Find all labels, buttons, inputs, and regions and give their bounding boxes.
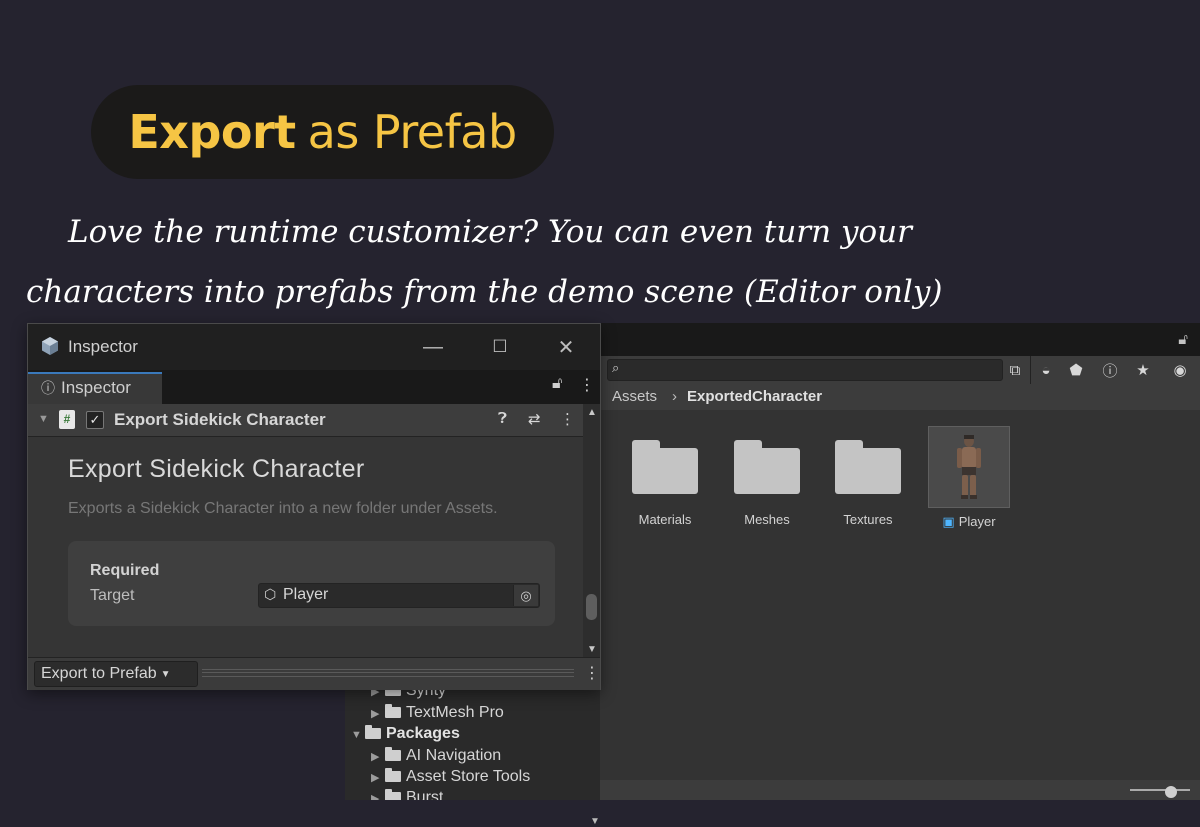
tree-item-burst[interactable]: ▶ Burst (371, 787, 443, 800)
character-thumbnail (928, 426, 1010, 508)
required-section-label: Required (90, 562, 160, 579)
folder-icon (632, 440, 698, 494)
window-title: Inspector (68, 337, 138, 356)
component-enabled-checkbox[interactable]: ✓ (86, 411, 104, 429)
help-icon[interactable]: ❓︎ (498, 410, 507, 427)
folder-icon (385, 768, 401, 782)
info-icon: ⓘ (41, 380, 55, 396)
expand-arrow-icon[interactable]: ▶ (371, 747, 385, 768)
prefab-cube-icon: ▣ (942, 514, 955, 529)
chevron-right-icon: › (672, 388, 677, 405)
inspector-window: Inspector — ☐ ✕ ⓘ Inspector 🔓︎ ⋮ ▼ # ✓ Ex… (27, 323, 601, 690)
expand-arrow-icon[interactable]: ▶ (371, 768, 385, 789)
component-heading: Export Sidekick Character (68, 455, 365, 483)
tagline-line-2: characters into prefabs from the demo sc… (26, 274, 943, 310)
component-name: Export Sidekick Character (114, 410, 326, 429)
inspector-scrollbar[interactable]: ▲ ▼ (583, 404, 600, 657)
zoom-slider-knob[interactable] (1165, 786, 1177, 798)
breadcrumb-exported-character[interactable]: ExportedCharacter (687, 384, 822, 410)
collapse-arrow-icon[interactable]: ▼ (38, 413, 49, 425)
folder-icon (734, 440, 800, 494)
expand-arrow-icon[interactable]: ▶ (371, 704, 385, 725)
search-by-type-icon[interactable]: ⧉ (1003, 358, 1027, 382)
tree-item-asset-store-tools[interactable]: ▶ Asset Store Tools (371, 766, 530, 787)
collapse-arrow-icon[interactable]: ▼ (351, 725, 365, 746)
unity-cube-icon (42, 337, 58, 355)
project-status-bar (600, 780, 1200, 800)
asset-grid: Materials Meshes Textures ▣ Player (600, 410, 1200, 780)
favorites-star-icon[interactable]: ★ (1131, 358, 1155, 382)
maximize-icon[interactable]: ☐ (480, 332, 520, 362)
minimize-icon[interactable]: — (413, 332, 453, 362)
tree-item-ai-navigation[interactable]: ▶ AI Navigation (371, 745, 501, 766)
folder-icon (835, 440, 901, 494)
folder-icon (385, 747, 401, 761)
presets-sliders-icon[interactable]: ⇄ (528, 410, 541, 428)
asset-materials-folder[interactable]: Materials (620, 428, 710, 527)
tab-inspector[interactable]: ⓘ Inspector (28, 372, 162, 404)
kebab-menu-icon[interactable]: ⋮ (579, 375, 595, 395)
component-header[interactable]: ▼ # ✓ Export Sidekick Character ❓︎ ⇄ ⋮ (28, 404, 583, 437)
component-description: Exports a Sidekick Character into a new … (68, 500, 498, 517)
scroll-down-arrow-icon[interactable]: ▼ (587, 644, 597, 655)
folder-open-icon (365, 725, 381, 739)
expand-arrow-icon[interactable]: ▶ (371, 789, 385, 800)
filter-by-type-icon[interactable]: ◒ (1034, 358, 1058, 382)
tree-item-packages[interactable]: ▼ Packages (351, 723, 460, 744)
target-label: Target (90, 587, 135, 604)
scrollbar-thumb[interactable] (586, 594, 597, 620)
search-icon: ⌕ (612, 360, 620, 375)
inspector-titlebar[interactable]: Inspector — ☐ ✕ (28, 324, 600, 370)
headline-pill: Export as Prefab (91, 85, 554, 179)
lock-icon[interactable]: 🔓︎ (552, 375, 562, 393)
dropdown-caret-icon: ▼ (160, 669, 171, 680)
kebab-menu-icon[interactable]: ⋮ (584, 663, 600, 683)
breadcrumb: Assets › ExportedCharacter (600, 384, 1200, 410)
zoom-slider-track[interactable] (1130, 789, 1190, 791)
target-object-field[interactable]: ⬡ Player ◎ (258, 583, 540, 608)
headline-rest: as Prefab (307, 105, 518, 159)
asset-textures-folder[interactable]: Textures (823, 428, 913, 527)
visibility-eye-icon[interactable]: ◉ (1168, 358, 1192, 382)
inspector-tab-bar: ⓘ Inspector 🔓︎ ⋮ (28, 370, 600, 404)
asset-meshes-folder[interactable]: Meshes (722, 428, 812, 527)
scroll-down-arrow-icon[interactable]: ▼ (590, 816, 600, 827)
headline-bold: Export (128, 105, 296, 159)
scroll-up-arrow-icon[interactable]: ▲ (587, 407, 597, 418)
lock-icon[interactable]: 🔓︎ (1178, 331, 1188, 348)
component-content: Export Sidekick Character Exports a Side… (28, 437, 583, 657)
inspector-footer: Export to Prefab ▼ ⋮ (28, 657, 600, 690)
project-search-input[interactable]: ⌕ (607, 359, 1003, 381)
script-icon: # (59, 410, 75, 429)
filter-by-label-icon[interactable]: ⬟ (1064, 358, 1088, 382)
folder-icon (385, 789, 401, 800)
export-to-prefab-button[interactable]: Export to Prefab ▼ (34, 661, 198, 687)
console-error-icon[interactable]: ⓘ (1098, 358, 1122, 382)
required-section-card: Required Target ⬡ Player ◎ (68, 541, 555, 626)
gameobject-cube-icon: ⬡ (264, 586, 277, 602)
asset-player-prefab[interactable]: ▣ Player (924, 426, 1014, 530)
resize-handle[interactable] (202, 669, 574, 677)
tagline-line-1: Love the runtime customizer? You can eve… (68, 214, 912, 250)
breadcrumb-assets[interactable]: Assets (612, 384, 657, 410)
tree-item-textmesh-pro[interactable]: ▶ TextMesh Pro (371, 702, 504, 723)
component-menu-icon[interactable]: ⋮ (560, 410, 575, 428)
close-icon[interactable]: ✕ (546, 332, 586, 362)
object-picker-icon[interactable]: ◎ (513, 585, 538, 606)
target-value: Player (283, 586, 329, 603)
folder-icon (385, 704, 401, 718)
